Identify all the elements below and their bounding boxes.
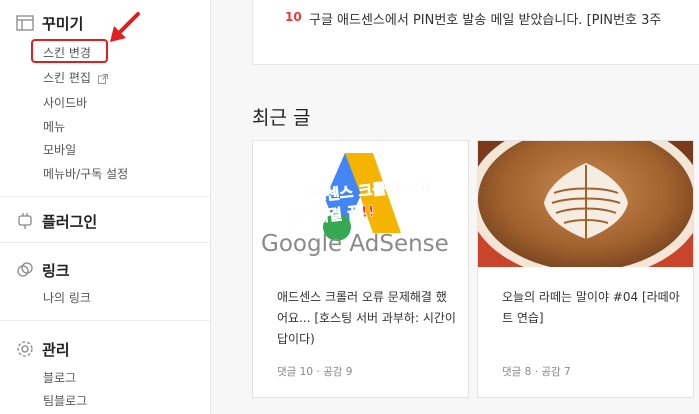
comment-count: 댓글 10 [277,366,314,378]
red-arrow-annotation [110,12,140,42]
sidebar-group-title: 플러그인 [42,212,98,231]
post-rank: 10 [285,10,302,24]
section-title: 최근 글 [252,107,311,129]
sidebar-item-blog[interactable]: 블로그 [43,369,76,386]
post-title[interactable]: 애드센스 크롤러 오류 문제해결 했어요... [호스팅 서버 과부하: 시간이… [277,287,457,350]
sidebar-group-title: 링크 [42,261,70,280]
sidebar-item-my-links[interactable]: 나의 링크 [43,289,91,306]
sidebar-group-title: 꾸미기 [42,14,84,33]
divider [0,196,210,197]
plug-icon [14,210,36,232]
link-icon [14,259,36,281]
post-title[interactable]: 오늘의 라떼는 말이야 #04 [라떼아트 연습] [502,287,682,329]
gear-icon [14,338,36,360]
divider [0,242,210,243]
popular-post-card[interactable]: 10 구글 애드센스에서 PIN번호 발송 메일 받았습니다. [PIN번호 3… [252,0,699,65]
like-count: 공감 7 [541,366,571,378]
thumbnail-brand-text: Google AdSense [261,231,449,257]
sidebar-item-sidebar[interactable]: 사이드바 [43,94,87,111]
sidebar-item-team-blog[interactable]: 팀블로그 [43,392,87,409]
post-card[interactable]: 오늘의 라떼는 말이야 #04 [라떼아트 연습] 댓글 8 · 공감 7 [477,140,694,398]
like-count: 공감 9 [323,366,353,378]
sidebar-group-plugin[interactable]: 플러그인 [14,210,97,232]
post-meta: 댓글 10 · 공감 9 [277,364,352,379]
sidebar-item-label: 스킨 편집 [43,71,91,85]
layout-icon [14,12,36,34]
sidebar-item-menu[interactable]: 메뉴 [43,118,65,135]
highlight-box [31,39,108,63]
sidebar: 꾸미기 스킨 변경 스킨 편집 사이드바 메뉴 모바일 메뉴바/구독 설정 플러… [0,0,211,414]
post-thumbnail[interactable] [478,141,693,267]
sidebar-item-menubar-subscribe[interactable]: 메뉴바/구독 설정 [43,165,128,182]
sidebar-item-skin-edit[interactable]: 스킨 편집 [43,69,108,86]
post-thumbnail[interactable]: 애드센스 크롤러 오류 문제해결 끝!! Google AdSense [253,141,468,267]
sidebar-item-mobile[interactable]: 모바일 [43,141,76,158]
sidebar-group-manage[interactable]: 관리 [14,338,70,360]
external-link-icon [97,73,108,84]
post-meta: 댓글 8 · 공감 7 [502,364,571,379]
sidebar-group-title: 관리 [42,340,70,359]
divider [0,320,210,321]
sidebar-group-customize[interactable]: 꾸미기 [14,12,83,34]
comment-count: 댓글 8 [502,366,532,378]
post-title[interactable]: 구글 애드센스에서 PIN번호 발송 메일 받았습니다. [PIN번호 3주 [309,9,661,28]
sidebar-group-link[interactable]: 링크 [14,259,70,281]
post-card[interactable]: 애드센스 크롤러 오류 문제해결 끝!! Google AdSense 애드센스… [252,140,469,398]
